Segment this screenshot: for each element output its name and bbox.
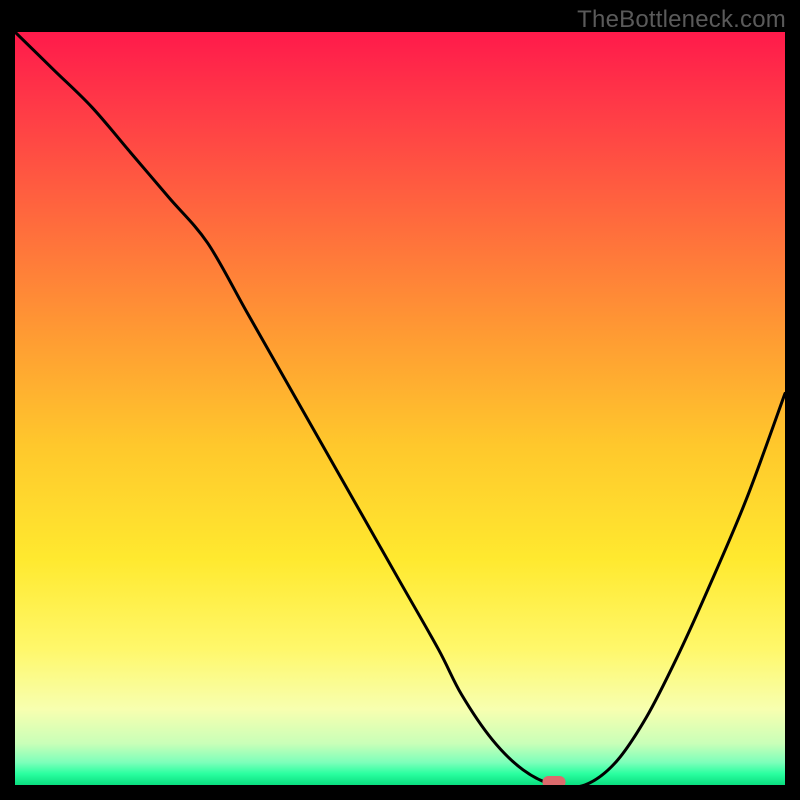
chart-svg <box>15 32 785 785</box>
watermark-text: TheBottleneck.com <box>577 6 786 34</box>
chart-frame: TheBottleneck.com <box>0 0 800 800</box>
plot-area <box>15 32 785 785</box>
optimum-marker <box>542 776 565 785</box>
